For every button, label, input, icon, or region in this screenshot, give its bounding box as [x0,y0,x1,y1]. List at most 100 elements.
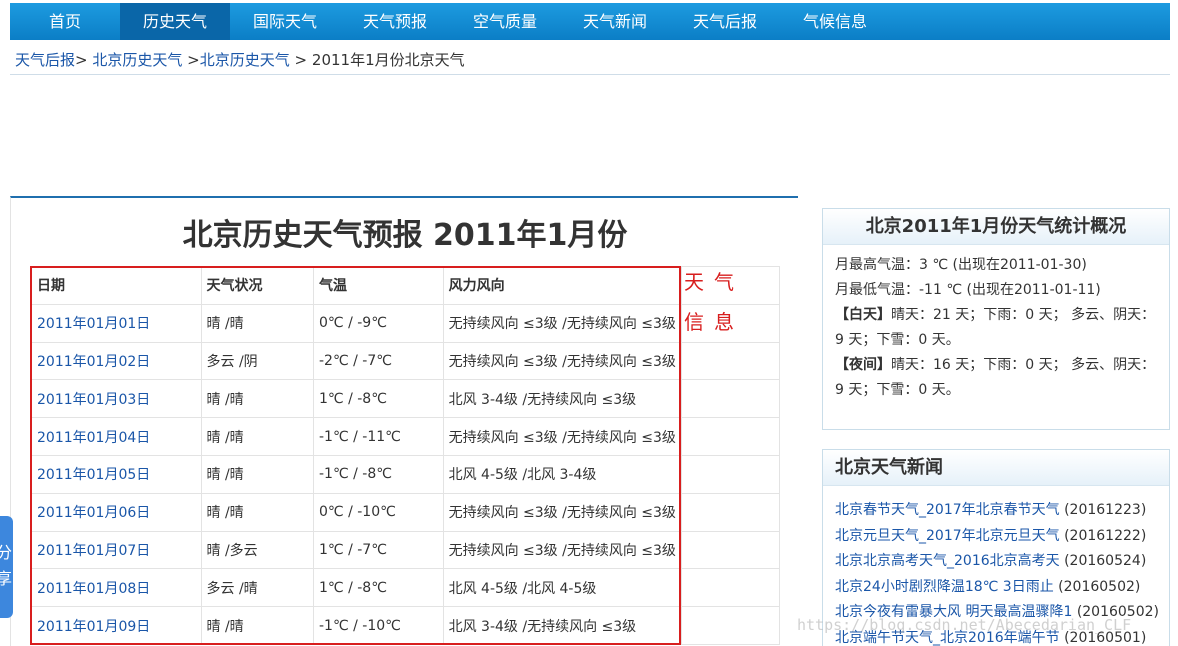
share-button[interactable]: 分 享 [0,516,13,618]
stats-max-temp: 月最高气温：3 ℃ (出现在2011-01-30) [835,257,1087,273]
nav-item-forecast[interactable]: 天气预报 [340,3,450,40]
news-title: 北京天气新闻 [823,450,1169,486]
monthly-stats-panel: 北京2011年1月份天气统计概况 月最高气温：3 ℃ (出现在2011-01-3… [822,208,1170,430]
stats-title: 北京2011年1月份天气统计概况 [823,209,1169,245]
condition-cell: 晴 /晴 [200,454,314,494]
wind-cell: 无持续风向 ≤3级 /无持续风向 ≤3级 [442,530,682,570]
stats-night-label: 【夜间】 [835,357,891,373]
temperature-cell: -1℃ / -8℃ [313,454,444,494]
table-row: 2011年01月08日 多云 /晴 1℃ / -8℃ 北风 4-5级 /北风 4… [31,568,781,608]
table-empty-cell [680,492,781,532]
wind-cell: 北风 4-5级 /北风 4-5级 [442,568,682,608]
date-link[interactable]: 2011年01月08日 [31,568,202,608]
column-header-condition: 天气状况 [200,266,314,305]
annotation-text: 天气 [684,270,744,294]
breadcrumb-link-beijing-history[interactable]: 北京历史天气 [92,51,182,69]
date-link[interactable]: 2011年01月02日 [31,341,202,381]
table-row: 2011年01月04日 晴 /晴 -1℃ / -11℃ 无持续风向 ≤3级 /无… [31,417,781,456]
nav-item-climate-info[interactable]: 气候信息 [780,3,890,40]
news-link[interactable]: 北京北京高考天气_2016北京高考天 [835,553,1060,569]
breadcrumb-link-weather-report[interactable]: 天气后报 [15,51,75,69]
temperature-cell: 0℃ / -9℃ [313,303,444,343]
condition-cell: 多云 /晴 [200,568,314,608]
table-empty-cell [680,341,781,381]
wind-cell: 无持续风向 ≤3级 /无持续风向 ≤3级 [442,303,682,343]
stats-nighttime: 【夜间】晴天：16 天；下雨：0 天； 多云、阴天：9 天；下雪：0 天。 [835,353,1157,403]
temperature-cell: 1℃ / -7℃ [313,530,444,570]
breadcrumb-link-beijing-history-2[interactable]: 北京历史天气 [200,51,290,69]
condition-cell: 多云 /阴 [200,341,314,381]
wind-cell: 无持续风向 ≤3级 /无持续风向 ≤3级 [442,492,682,532]
temperature-cell: 1℃ / -8℃ [313,568,444,608]
breadcrumb-divider [10,74,1170,75]
condition-cell: 晴 /晴 [200,303,314,343]
temperature-cell: -1℃ / -10℃ [313,606,444,645]
nav-item-weather-report[interactable]: 天气后报 [670,3,780,40]
share-label: 分 [0,543,13,562]
table-row: 2011年01月06日 晴 /晴 0℃ / -10℃ 无持续风向 ≤3级 /无持… [31,492,781,532]
news-link[interactable]: 北京元旦天气_2017年北京元旦天气 [835,528,1060,544]
nav-item-weather-news[interactable]: 天气新闻 [560,3,670,40]
date-link[interactable]: 2011年01月07日 [31,530,202,570]
list-item: 北京北京高考天气_2016北京高考天 (20160524) [835,549,1169,575]
news-link[interactable]: 北京春节天气_2017年北京春节天气 [835,502,1060,518]
table-header-row: 日期 天气状况 气温 风力风向 [31,266,781,305]
watermark: https://blog.csdn.net/Abecedarian_CLF [797,616,1132,634]
nav-item-home[interactable]: 首页 [10,3,120,40]
table-row: 2011年01月09日 晴 /晴 -1℃ / -10℃ 北风 3-4级 /无持续… [31,606,781,645]
stats-daytime: 【白天】晴天：21 天；下雨：0 天； 多云、阴天：9 天；下雪：0 天。 [835,303,1157,353]
news-date: (20161223) [1064,502,1147,518]
table-empty-cell [680,454,781,494]
list-item: 北京春节天气_2017年北京春节天气 (20161223) [835,498,1169,524]
breadcrumb-current: 2011年1月份北京天气 [311,51,465,69]
table-row: 2011年01月07日 晴 /多云 1℃ / -7℃ 无持续风向 ≤3级 /无持… [31,530,781,570]
list-item: 北京元旦天气_2017年北京元旦天气 (20161222) [835,524,1169,550]
page-title: 北京历史天气预报 2011年1月份 [182,218,628,253]
weather-table: 日期 天气状况 气温 风力风向 2011年01月01日 晴 /晴 0℃ / -9… [31,266,781,645]
condition-cell: 晴 /晴 [200,606,314,645]
wind-cell: 北风 3-4级 /无持续风向 ≤3级 [442,606,682,645]
date-link[interactable]: 2011年01月05日 [31,454,202,494]
date-link[interactable]: 2011年01月03日 [31,379,202,419]
news-date: (20160524) [1064,553,1147,569]
condition-cell: 晴 /多云 [200,530,314,570]
table-empty-cell [680,417,781,456]
share-label: 享 [0,569,13,588]
stats-min-temp: 月最低气温：-11 ℃ (出现在2011-01-11) [835,282,1101,298]
column-header-wind: 风力风向 [442,266,682,305]
table-row: 2011年01月03日 晴 /晴 1℃ / -8℃ 北风 3-4级 /无持续风向… [31,379,781,419]
nav-item-air-quality[interactable]: 空气质量 [450,3,560,40]
table-row: 2011年01月02日 多云 /阴 -2℃ / -7℃ 无持续风向 ≤3级 /无… [31,341,781,381]
column-header-date: 日期 [31,266,202,305]
wind-cell: 北风 4-5级 /北风 3-4级 [442,454,682,494]
date-link[interactable]: 2011年01月06日 [31,492,202,532]
breadcrumb: 天气后报> 北京历史天气 >北京历史天气 > 2011年1月份北京天气 [15,49,465,70]
stats-body: 月最高气温：3 ℃ (出现在2011-01-30) 月最低气温：-11 ℃ (出… [823,245,1169,411]
table-empty-cell [680,568,781,608]
date-link[interactable]: 2011年01月01日 [31,303,202,343]
wind-cell: 无持续风向 ≤3级 /无持续风向 ≤3级 [442,341,682,381]
table-row: 2011年01月01日 晴 /晴 0℃ / -9℃ 无持续风向 ≤3级 /无持续… [31,303,781,343]
table-empty-cell [680,530,781,570]
wind-cell: 无持续风向 ≤3级 /无持续风向 ≤3级 [442,417,682,456]
temperature-cell: -1℃ / -11℃ [313,417,444,456]
condition-cell: 晴 /晴 [200,492,314,532]
temperature-cell: 0℃ / -10℃ [313,492,444,532]
news-link[interactable]: 北京24小时剧烈降温18℃ 3日雨止 [835,579,1054,595]
nav-item-history-weather[interactable]: 历史天气 [120,3,230,40]
column-header-temperature: 气温 [313,266,444,305]
temperature-cell: -2℃ / -7℃ [313,341,444,381]
breadcrumb-separator: > [187,51,200,69]
nav-item-international-weather[interactable]: 国际天气 [230,3,340,40]
annotation-text: 信息 [684,310,744,334]
stats-day-label: 【白天】 [835,307,891,323]
news-date: (20160502) [1058,578,1141,595]
breadcrumb-separator: > [294,51,308,69]
temperature-cell: 1℃ / -8℃ [313,379,444,419]
table-empty-cell [680,606,781,645]
news-date: (20161222) [1064,527,1147,544]
date-link[interactable]: 2011年01月04日 [31,417,202,456]
table-empty-cell [680,379,781,419]
date-link[interactable]: 2011年01月09日 [31,606,202,645]
wind-cell: 北风 3-4级 /无持续风向 ≤3级 [442,379,682,419]
